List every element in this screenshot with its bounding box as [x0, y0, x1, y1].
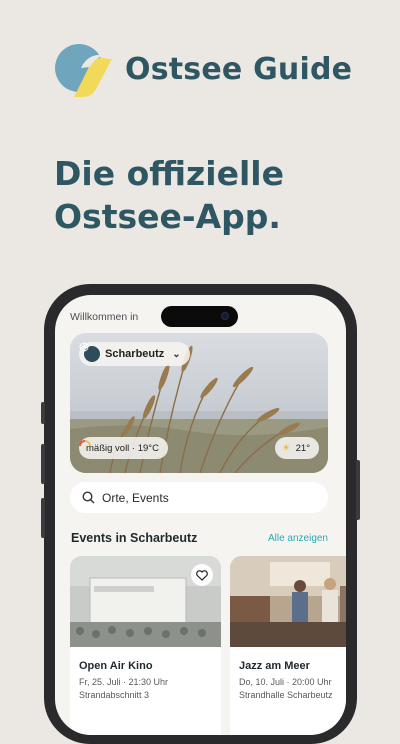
crowd-gauge-icon [79, 440, 91, 447]
event-date: Fr, 25. Juli · 21:30 Uhr [79, 677, 169, 687]
event-place: Strandhalle Scharbeutz [239, 690, 333, 700]
dynamic-island [161, 306, 238, 327]
event-title: Jazz am Meer [239, 660, 310, 672]
event-image-jazz-am-meer [230, 556, 346, 647]
location-hero-image[interactable]: Scharbeutz ⌄ mäßig voll · 19°C ☀ 21° [70, 333, 328, 473]
event-card[interactable]: Open Air Kino Fr, 25. Juli · 21:30 Uhr S… [70, 556, 221, 735]
headline-line-1: Die offizielle [54, 154, 284, 193]
event-title: Open Air Kino [79, 660, 153, 672]
sun-icon: ☀ [281, 442, 291, 454]
heart-icon [196, 569, 208, 581]
phone-side-button [41, 402, 45, 424]
location-selector[interactable]: Scharbeutz ⌄ [79, 342, 190, 366]
weather-chip[interactable]: ☀ 21° [274, 437, 319, 459]
search-icon [82, 491, 95, 504]
location-badge-icon [79, 342, 100, 362]
chevron-down-icon: ⌄ [172, 348, 181, 360]
ostsee-logo-icon [55, 44, 112, 97]
event-place: Strandabschnitt 3 [79, 690, 150, 700]
see-all-link[interactable]: Alle anzeigen [268, 533, 328, 544]
favorite-heart-button[interactable] [191, 564, 213, 586]
weather-temperature: 21° [295, 442, 310, 454]
crowd-status-chip[interactable]: mäßig voll · 19°C [79, 437, 168, 459]
camera-icon [221, 312, 229, 320]
search-placeholder: Orte, Events [102, 490, 169, 505]
headline-line-2: Ostsee-App. [54, 197, 281, 236]
event-card[interactable]: Jazz am Meer Do, 10. Juli · 20:00 Uhr St… [230, 556, 346, 735]
headline: Die offizielle Ostsee-App. [54, 152, 284, 238]
search-bar[interactable]: Orte, Events [70, 482, 328, 513]
phone-volume-up-button [41, 444, 45, 484]
location-name: Scharbeutz [105, 348, 165, 360]
welcome-label: Willkommen in [70, 311, 139, 323]
brand: Ostsee Guide [54, 43, 352, 97]
phone-volume-down-button [41, 498, 45, 538]
crowd-status-text: mäßig voll · 19°C [86, 442, 159, 454]
events-section-title: Events in Scharbeutz [71, 531, 198, 545]
brand-name: Ostsee Guide [125, 52, 353, 87]
phone-mockup: Willkommen in Scharbeutz ⌄ mäßig voll · … [41, 284, 360, 744]
phone-power-button [356, 460, 360, 520]
phone-screen: Willkommen in Scharbeutz ⌄ mäßig voll · … [55, 295, 346, 735]
event-date: Do, 10. Juli · 20:00 Uhr [239, 677, 332, 687]
